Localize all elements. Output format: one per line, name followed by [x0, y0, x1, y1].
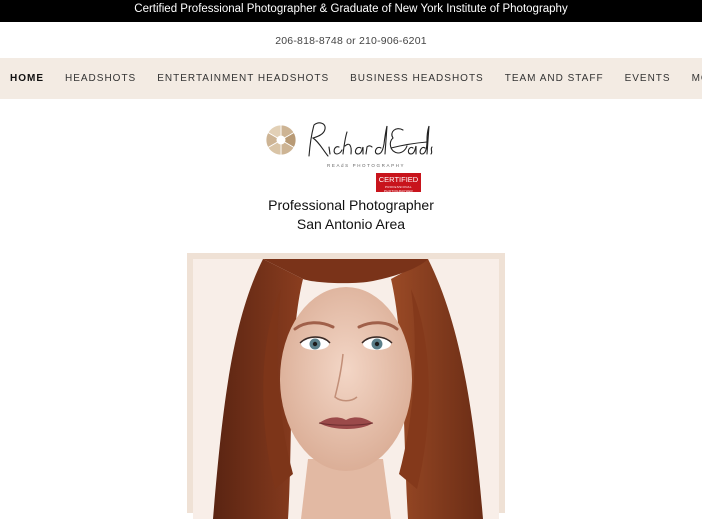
main-nav: HOME HEADSHOTS ENTERTAINMENT HEADSHOTS B…: [0, 58, 702, 99]
certified-badge-main: CERTIFIED: [378, 175, 419, 184]
nav-item-home[interactable]: HOME: [10, 73, 44, 84]
portrait-illustration: [193, 259, 499, 519]
certified-badge: CERTIFIED PROFESSIONAL PHOTOGRAPHER: [376, 173, 421, 193]
tagline-title: Professional Photographer: [268, 197, 434, 213]
hero-photo-frame: [187, 253, 505, 519]
phone-numbers: 206-818-8748 or 210-906-6201: [0, 22, 702, 58]
nav-item-entertainment-headshots[interactable]: ENTERTAINMENT HEADSHOTS: [157, 73, 329, 84]
hero-portrait-image: [193, 259, 499, 519]
logo-subtitle: REAdS PHOTOGRAPHY: [327, 163, 406, 168]
nav-item-headshots[interactable]: HEADSHOTS: [65, 73, 136, 84]
nav-item-business-headshots[interactable]: BUSINESS HEADSHOTS: [350, 73, 484, 84]
nav-item-team-and-staff[interactable]: TEAM AND STAFF: [505, 73, 604, 84]
tagline-location: San Antonio Area: [296, 216, 406, 232]
phone-text[interactable]: 206-818-8748 or 210-906-6201: [275, 35, 427, 47]
certified-badge-small: PROFESSIONAL PHOTOGRAPHER: [383, 185, 414, 193]
nav-item-more[interactable]: MORE: [692, 73, 702, 84]
nav-item-events[interactable]: EVENTS: [625, 73, 671, 84]
nav-more-label: MORE: [691, 73, 702, 84]
announcement-bar: Certified Professional Photographer & Gr…: [0, 0, 702, 22]
site-logo[interactable]: REAdS PHOTOGRAPHY CERTIFIED PROFESSIONAL…: [263, 116, 433, 194]
announcement-text: Certified Professional Photographer & Gr…: [134, 3, 568, 15]
